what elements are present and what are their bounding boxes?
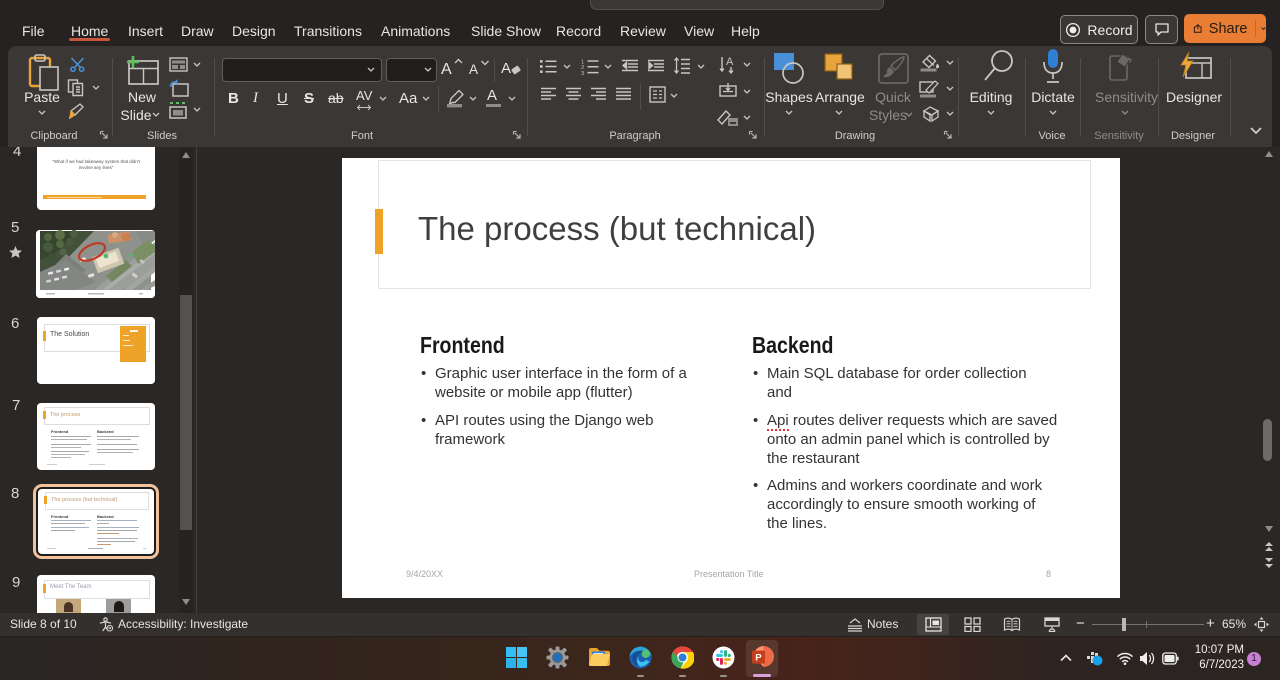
svg-text:A: A [469, 62, 478, 76]
svg-text:P: P [755, 653, 762, 664]
svg-text:A: A [501, 60, 511, 77]
svg-text:3: 3 [581, 71, 584, 75]
svg-text:A: A [726, 56, 734, 68]
svg-text:A: A [441, 61, 452, 76]
